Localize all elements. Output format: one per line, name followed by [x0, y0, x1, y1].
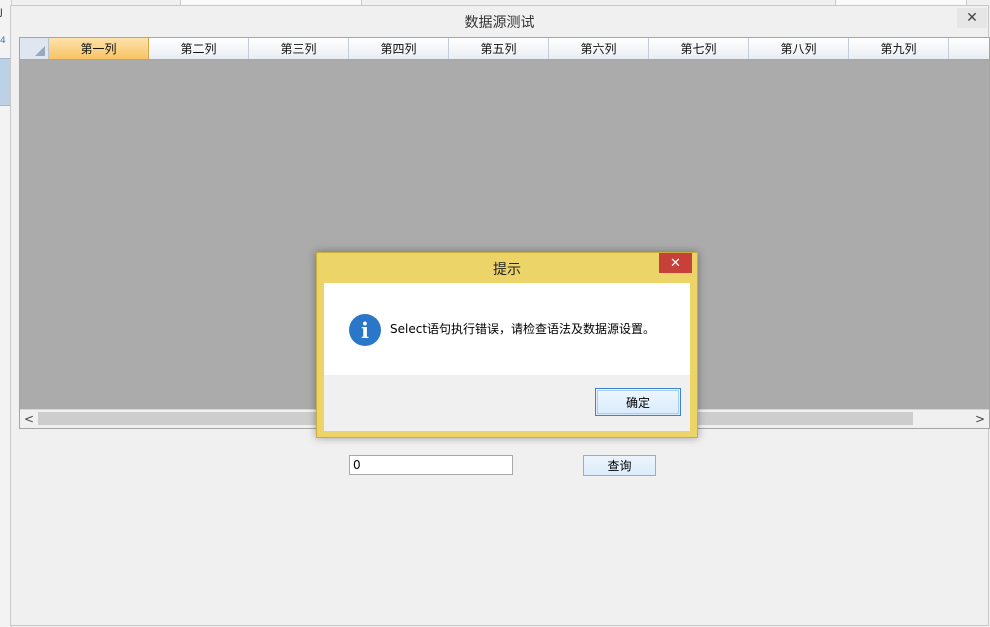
dialog-body: i Select语句执行错误，请检查语法及数据源设置。 确定 [324, 283, 690, 431]
column-header[interactable]: 第六列 [549, 38, 649, 59]
query-button[interactable]: 查询 [583, 455, 656, 476]
column-header[interactable]: 第三列 [249, 38, 349, 59]
dialog-close-button[interactable]: ✕ [659, 253, 692, 273]
dialog-title: 提示 [493, 262, 521, 278]
column-header[interactable]: 第四列 [349, 38, 449, 59]
corner-triangle-icon [35, 46, 45, 56]
window-titlebar: 数据源测试 ✕ [11, 6, 988, 36]
ok-button[interactable]: 确定 [595, 388, 681, 416]
scroll-right-button[interactable]: > [971, 410, 989, 428]
grid-header-row: 第一列 第二列 第三列 第四列 第五列 第六列 第七列 第八列 第九列 第 [20, 38, 989, 60]
window-title: 数据源测试 [464, 15, 535, 31]
select-all-corner[interactable] [20, 38, 49, 59]
column-header[interactable]: 第一列 [49, 38, 149, 59]
scroll-left-button[interactable]: < [20, 410, 38, 428]
query-input[interactable] [349, 455, 513, 475]
window-close-button[interactable]: ✕ [957, 8, 987, 28]
column-header[interactable]: 第七列 [649, 38, 749, 59]
dialog-message: Select语句执行错误，请检查语法及数据源设置。 [390, 322, 656, 336]
chevron-left-icon: < [23, 412, 35, 426]
info-icon: i [349, 314, 381, 346]
chevron-right-icon: > [974, 412, 986, 426]
dialog-message-area: i Select语句执行错误，请检查语法及数据源设置。 [324, 283, 690, 375]
column-header[interactable]: 第二列 [149, 38, 249, 59]
column-header[interactable]: 第五列 [449, 38, 549, 59]
close-icon: ✕ [966, 10, 978, 26]
alert-dialog: 提示 ✕ i Select语句执行错误，请检查语法及数据源设置。 确定 [316, 252, 698, 438]
column-header[interactable]: 第八列 [749, 38, 849, 59]
column-header[interactable]: 第 [949, 38, 989, 59]
close-icon: ✕ [670, 255, 681, 271]
column-header[interactable]: 第九列 [849, 38, 949, 59]
